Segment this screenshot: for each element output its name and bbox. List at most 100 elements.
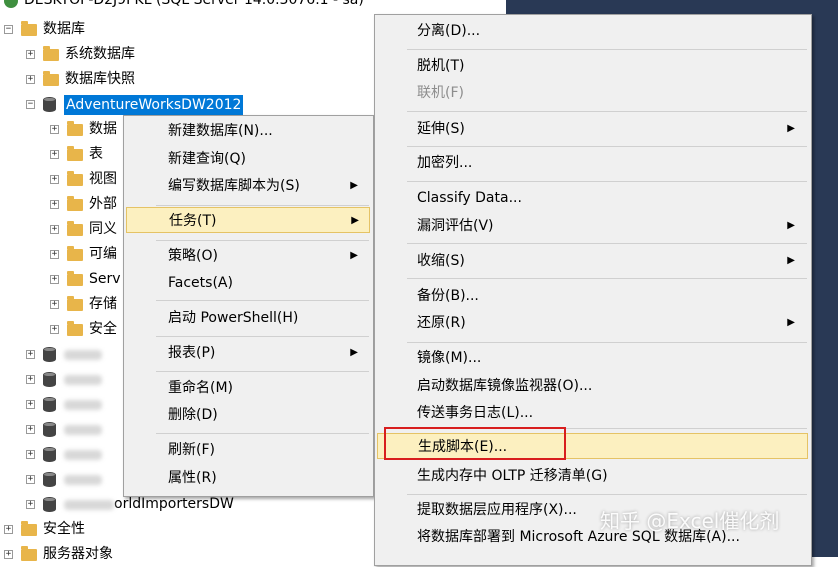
task-take-offline[interactable]: 脱机(T) [417,53,464,79]
expand-icon[interactable]: + [26,350,35,359]
task-stretch[interactable]: 延伸(S) ▶ [417,116,803,142]
menu-start-powershell[interactable]: 启动 PowerShell(H) [168,305,298,331]
menu-new-database[interactable]: 新建数据库(N)... [168,118,273,144]
tree-sub-node[interactable]: + 表 [50,142,103,167]
expand-icon[interactable]: + [26,500,35,509]
task-restore[interactable]: 还原(R) ▶ [417,310,803,336]
menu-separator [407,146,807,147]
expand-icon[interactable]: + [50,125,59,134]
expand-icon[interactable]: + [26,450,35,459]
task-mirror-monitor[interactable]: 启动数据库镜像监视器(O)... [417,373,592,399]
expand-icon[interactable]: + [50,275,59,284]
task-log-shipping[interactable]: 传送事务日志(L)... [417,400,533,426]
expand-icon[interactable]: + [26,375,35,384]
menu-separator [407,278,807,279]
watermark: 知乎 @Excel催化剂 [600,509,780,533]
submenu-arrow-icon: ▶ [787,123,795,134]
tree-sub-node[interactable]: + Serv [50,267,121,292]
tree-db-node[interactable]: + [26,442,102,467]
submenu-arrow-icon: ▶ [787,255,795,266]
tasks-submenu: 分离(D)... 脱机(T) 联机(F) 延伸(S) ▶ 加密列... Class… [374,14,812,566]
menu-separator [407,181,807,182]
menu-refresh[interactable]: 刷新(F) [168,437,215,463]
tree-sub-node[interactable]: + 视图 [50,167,117,192]
tree-sub-node[interactable]: + 安全 [50,317,117,342]
tree-selected-db-node[interactable]: − AdventureWorksDW2012 [26,92,244,117]
tree-security-node[interactable]: + 安全性 [4,517,85,542]
tree-server-objects-node[interactable]: + 服务器对象 [4,542,113,567]
submenu-arrow-icon: ▶ [350,250,358,261]
menu-separator [407,111,807,112]
folder-icon [67,320,83,336]
menu-delete[interactable]: 删除(D) [168,402,218,428]
expand-icon[interactable]: + [50,200,59,209]
database-context-menu: 新建数据库(N)... 新建查询(Q) 编写数据库脚本为(S) ▶ 任务(T) ▶ … [123,115,374,497]
tree-server-node[interactable]: DESKTOP-D2J9PKL (SQL Server 14.0.3076.1 … [4,0,364,13]
database-icon [43,372,56,387]
menu-separator [407,494,807,495]
folder-icon [67,120,83,136]
expand-icon[interactable]: + [50,250,59,259]
task-backup[interactable]: 备份(B)... [417,283,479,309]
expand-icon[interactable]: + [4,550,13,559]
expand-icon[interactable]: + [50,150,59,159]
task-encrypt-columns[interactable]: 加密列... [417,150,472,176]
expand-icon[interactable]: + [26,50,35,59]
menu-facets[interactable]: Facets(A) [168,270,233,296]
menu-rename[interactable]: 重命名(M) [168,375,233,401]
submenu-arrow-icon: ▶ [787,220,795,231]
tree-system-db-node[interactable]: + 系统数据库 [26,42,135,67]
expand-icon[interactable]: + [26,425,35,434]
folder-icon [21,20,37,36]
menu-script-database[interactable]: 编写数据库脚本为(S) ▶ [168,173,366,199]
tree-sub-node[interactable]: + 可编 [50,242,117,267]
expand-icon[interactable]: + [26,75,35,84]
tree-db-node[interactable]: + [26,342,102,367]
tree-db-node[interactable]: + [26,367,102,392]
database-icon [43,422,56,437]
menu-policies[interactable]: 策略(O) ▶ [168,243,366,269]
task-oltp-migration-checklist[interactable]: 生成内存中 OLTP 迁移清单(G) [417,463,608,489]
task-vulnerability-assessment[interactable]: 漏洞评估(V) ▶ [417,213,803,239]
tree-sub-node[interactable]: + 数据 [50,117,117,142]
tree-db-node[interactable]: + [26,392,102,417]
task-classify-data[interactable]: Classify Data... [417,185,522,211]
expand-icon[interactable]: + [26,400,35,409]
submenu-arrow-icon: ▶ [350,180,358,191]
expand-icon[interactable]: + [50,300,59,309]
task-detach[interactable]: 分离(D)... [417,18,480,44]
expand-icon[interactable]: + [4,525,13,534]
blurred-name [64,499,114,510]
folder-icon [43,45,59,61]
menu-tasks[interactable]: 任务(T) ▶ [126,207,370,233]
menu-separator [156,336,369,337]
menu-properties[interactable]: 属性(R) [168,465,217,491]
submenu-arrow-icon: ▶ [351,215,359,226]
expand-icon[interactable]: + [50,175,59,184]
expand-icon[interactable]: + [26,475,35,484]
expand-icon[interactable]: + [50,325,59,334]
menu-separator [407,243,807,244]
database-icon [43,447,56,462]
task-mirror[interactable]: 镜像(M)... [417,345,481,371]
menu-new-query[interactable]: 新建查询(Q) [168,146,246,172]
database-icon [43,347,56,362]
tree-db-node[interactable]: + [26,417,102,442]
tree-sub-node[interactable]: + 同义 [50,217,117,242]
tree-snapshots-node[interactable]: + 数据库快照 [26,67,135,92]
task-generate-scripts[interactable]: 生成脚本(E)... [377,433,808,459]
tree-db-node[interactable]: + [26,467,102,492]
task-extract-data-tier-app[interactable]: 提取数据层应用程序(X)... [417,497,577,523]
tree-databases-node[interactable]: − 数据库 [4,17,85,42]
submenu-arrow-icon: ▶ [350,347,358,358]
task-shrink[interactable]: 收缩(S) ▶ [417,248,803,274]
expand-icon[interactable]: + [50,225,59,234]
blurred-name [64,424,102,435]
menu-reports[interactable]: 报表(P) ▶ [168,340,366,366]
collapse-icon[interactable]: − [26,100,35,109]
tree-sub-node[interactable]: + 存储 [50,292,117,317]
folder-icon [67,295,83,311]
collapse-icon[interactable]: − [4,25,13,34]
folder-icon [67,220,83,236]
tree-sub-node[interactable]: + 外部 [50,192,117,217]
